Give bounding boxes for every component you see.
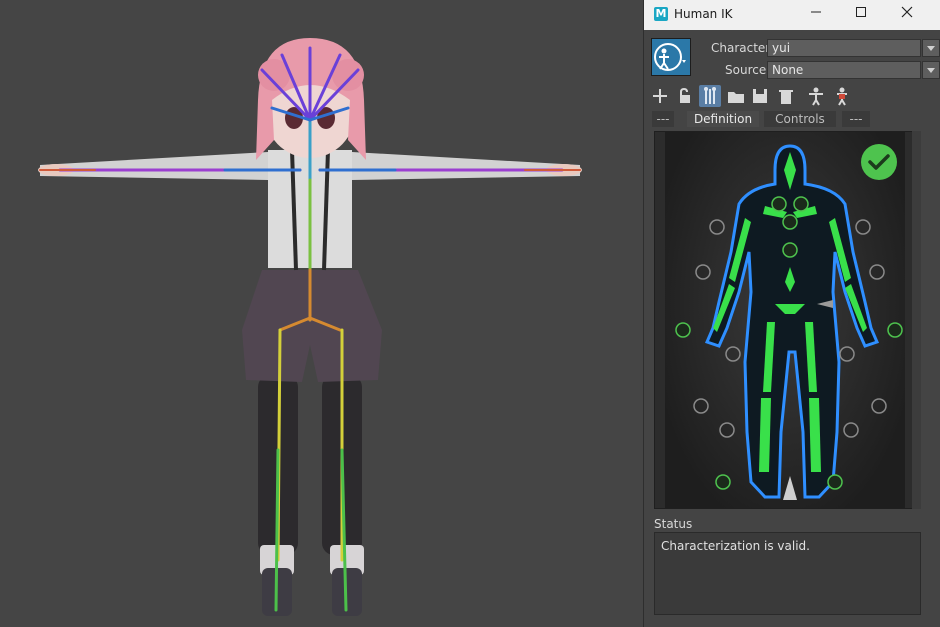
source-dropdown[interactable]: None xyxy=(767,61,940,79)
character-label: Character: xyxy=(711,41,775,55)
tab-definition[interactable]: Definition xyxy=(687,111,759,127)
title-bar: M Human IK xyxy=(644,0,940,30)
minimize-icon xyxy=(811,11,821,13)
figure-icon xyxy=(809,87,823,106)
tab-controls[interactable]: Controls xyxy=(764,111,836,127)
open-folder-icon xyxy=(728,92,744,103)
source-value: None xyxy=(772,63,804,77)
hik-menu-button[interactable] xyxy=(651,38,691,76)
figure-pose-icon xyxy=(837,87,847,106)
close-button[interactable] xyxy=(892,4,922,26)
figure-button[interactable] xyxy=(805,85,827,107)
minimize-button[interactable] xyxy=(801,4,831,26)
lock-button[interactable] xyxy=(673,85,695,107)
delete-button[interactable] xyxy=(775,85,797,107)
character-model xyxy=(38,38,582,616)
chevron-down-icon[interactable] xyxy=(922,61,940,79)
source-label: Source: xyxy=(725,63,771,77)
save-button[interactable] xyxy=(749,85,771,107)
valid-check-icon xyxy=(861,144,897,180)
skeleton-button[interactable] xyxy=(699,85,721,107)
save-icon xyxy=(753,89,767,103)
definition-view[interactable] xyxy=(654,131,918,509)
status-label: Status xyxy=(654,517,693,531)
tab-prev[interactable]: --- xyxy=(652,111,674,127)
maximize-button[interactable] xyxy=(846,4,876,26)
figure-pose-button[interactable] xyxy=(831,85,853,107)
3d-viewport[interactable] xyxy=(0,0,643,627)
close-icon xyxy=(901,6,913,18)
open-button[interactable] xyxy=(725,85,747,107)
create-character-button[interactable] xyxy=(649,85,671,107)
window-title: Human IK xyxy=(674,7,733,21)
add-icon xyxy=(653,89,667,103)
status-box: Characterization is valid. xyxy=(654,532,921,615)
human-ik-window: M Human IK Character: yui Source: None -… xyxy=(643,0,940,627)
character-dropdown[interactable]: yui xyxy=(767,39,940,57)
lock-icon xyxy=(680,87,690,103)
maximize-icon xyxy=(856,7,866,17)
tab-next[interactable]: --- xyxy=(842,111,870,127)
maya-logo-icon: M xyxy=(654,7,668,21)
chevron-down-icon[interactable] xyxy=(922,39,940,57)
character-value: yui xyxy=(772,41,791,55)
human-ik-logo-icon xyxy=(654,43,686,71)
body-definition-map xyxy=(675,144,903,500)
definition-scrollbar[interactable] xyxy=(912,131,921,509)
status-message: Characterization is valid. xyxy=(661,539,810,553)
skeleton-icon xyxy=(704,87,716,104)
trash-icon xyxy=(779,90,793,104)
